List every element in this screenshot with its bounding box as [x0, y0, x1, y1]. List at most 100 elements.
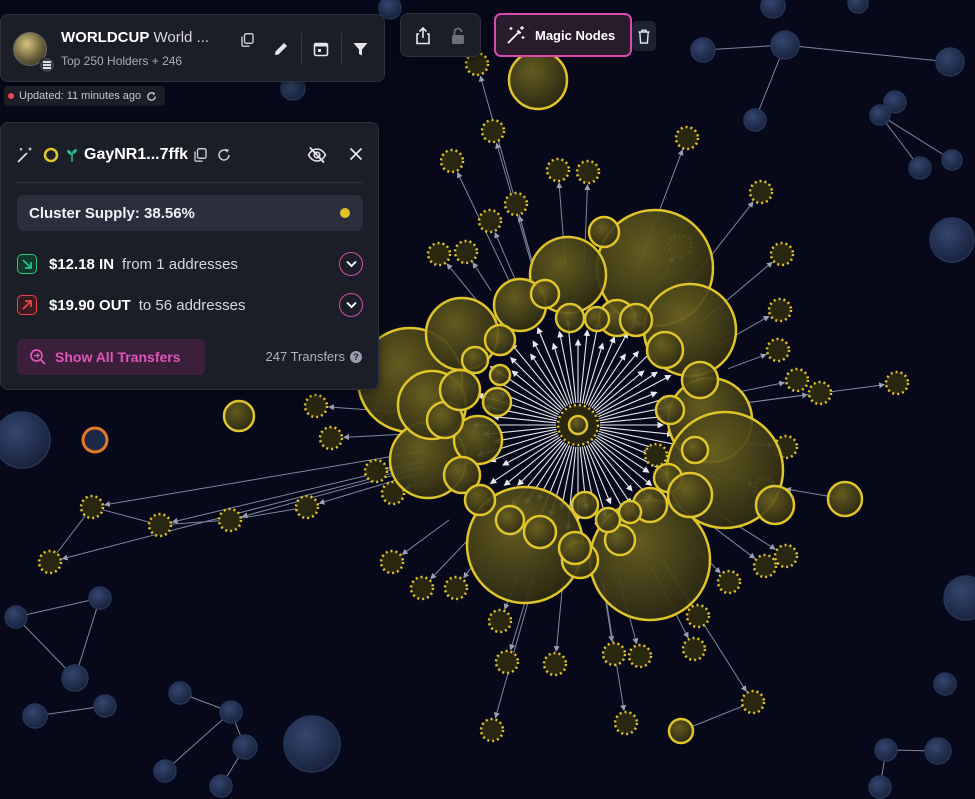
refresh-icon[interactable] [146, 91, 157, 102]
wallet-node-other[interactable] [743, 108, 767, 132]
wallet-node-cluster[interactable] [460, 345, 490, 375]
wallet-node-cluster[interactable] [716, 569, 742, 595]
wallet-node-cluster[interactable] [483, 323, 517, 357]
wallet-node-cluster[interactable] [680, 360, 720, 400]
wallet-node-cluster[interactable] [740, 689, 766, 715]
wallet-node-cluster[interactable] [680, 435, 710, 465]
wallet-node-other[interactable] [22, 703, 48, 729]
wallet-node-other[interactable] [283, 715, 341, 773]
wallet-node-cluster[interactable] [507, 49, 569, 111]
wallet-node-cluster[interactable] [529, 278, 561, 310]
wallet-node-other[interactable] [770, 30, 800, 60]
wallet-node-cluster[interactable] [773, 543, 799, 569]
wallet-node-cluster[interactable] [567, 414, 589, 436]
wallet-node-cluster[interactable] [884, 370, 910, 396]
wallet-node-cluster[interactable] [618, 302, 654, 338]
wallet-node-cluster[interactable] [583, 305, 611, 333]
wallet-node-cluster[interactable] [522, 514, 558, 550]
wallet-node-other[interactable] [941, 149, 963, 171]
wallet-node-other[interactable] [760, 0, 786, 19]
wallet-node-cluster[interactable] [754, 484, 796, 526]
wallet-node-cluster[interactable] [488, 363, 512, 387]
close-icon[interactable] [349, 147, 363, 161]
wallet-node-cluster[interactable] [217, 507, 243, 533]
wallet-node-cluster[interactable] [554, 302, 586, 334]
chevron-down-icon[interactable] [339, 252, 363, 276]
wallet-node-other[interactable] [93, 694, 117, 718]
bubble-map-graph[interactable] [0, 0, 975, 799]
wallet-node-cluster[interactable] [479, 717, 505, 743]
wallet-node-cluster[interactable] [627, 643, 653, 669]
wallet-node-cluster[interactable] [477, 208, 503, 234]
wallet-node-cluster[interactable] [748, 179, 774, 205]
wallet-node-cluster[interactable] [557, 530, 593, 566]
show-all-transfers-button[interactable]: Show All Transfers [17, 339, 205, 375]
wallet-node-other[interactable] [924, 737, 952, 765]
wallet-node-cluster[interactable] [769, 241, 795, 267]
copy-icon[interactable] [238, 31, 256, 49]
wallet-node-cluster[interactable] [363, 458, 389, 484]
wallet-node-other[interactable] [933, 672, 957, 696]
wallet-node-cluster[interactable] [409, 575, 435, 601]
wallet-node-cluster[interactable] [617, 499, 643, 525]
wallet-node-cluster[interactable] [674, 125, 700, 151]
wallet-node-cluster[interactable] [654, 394, 686, 426]
wallet-node-cluster[interactable] [426, 241, 452, 267]
wallet-node-cluster[interactable] [438, 368, 482, 412]
wallet-node-cluster[interactable] [463, 483, 497, 517]
wallet-node-other[interactable] [943, 575, 975, 621]
wallet-node-cluster[interactable] [487, 608, 513, 634]
wallet-node-cluster[interactable] [601, 641, 627, 667]
calendar-icon[interactable] [311, 39, 331, 59]
wallet-node-cluster[interactable] [570, 490, 600, 520]
external-refresh-icon[interactable] [217, 148, 231, 162]
wallet-node-other[interactable] [61, 664, 89, 692]
wallet-node-cluster[interactable] [439, 148, 465, 174]
wallet-node-cluster[interactable] [542, 651, 568, 677]
wallet-node-other[interactable] [168, 681, 192, 705]
wallet-node-cluster[interactable] [481, 386, 513, 418]
wallet-node-cluster[interactable] [494, 504, 526, 536]
wallet-node-other[interactable] [232, 734, 258, 760]
wallet-node-cluster[interactable] [318, 425, 344, 451]
wallet-node-cluster[interactable] [752, 553, 778, 579]
wallet-node-highlight[interactable] [81, 426, 109, 454]
wallet-node-other[interactable] [874, 738, 898, 762]
pencil-icon[interactable] [271, 39, 291, 59]
wallet-node-cluster[interactable] [643, 442, 669, 468]
wallet-node-other[interactable] [690, 37, 716, 63]
wallet-node-cluster[interactable] [784, 367, 810, 393]
wallet-node-cluster[interactable] [453, 239, 479, 265]
wallet-node-cluster[interactable] [685, 603, 711, 629]
wallet-node-cluster[interactable] [147, 512, 173, 538]
wallet-node-cluster[interactable] [294, 494, 320, 520]
wallet-node-cluster[interactable] [767, 297, 793, 323]
chevron-down-icon[interactable] [339, 293, 363, 317]
share-icon[interactable] [413, 26, 433, 46]
outflow-row[interactable]: $19.90 OUT to 56 addresses [17, 293, 363, 317]
wallet-node-cluster[interactable] [807, 380, 833, 406]
inflow-row[interactable]: $12.18 IN from 1 addresses [17, 252, 363, 276]
wallet-node-other[interactable] [847, 0, 869, 14]
menu-icon[interactable] [39, 57, 55, 73]
wallet-node-other[interactable] [929, 217, 975, 263]
wallet-node-cluster[interactable] [594, 506, 622, 534]
wallet-node-other[interactable] [88, 586, 112, 610]
wallet-node-cluster[interactable] [303, 393, 329, 419]
help-icon[interactable]: ? [350, 350, 362, 363]
wallet-node-cluster[interactable] [613, 710, 639, 736]
wallet-node-cluster[interactable] [494, 649, 520, 675]
wallet-node-other[interactable] [209, 774, 233, 798]
wallet-node-cluster[interactable] [826, 480, 864, 518]
wallet-node-cluster[interactable] [575, 159, 601, 185]
wallet-node-cluster[interactable] [645, 330, 685, 370]
trash-icon[interactable] [632, 21, 656, 51]
lock-icon[interactable] [448, 26, 468, 46]
wallet-node-other[interactable] [935, 47, 965, 77]
wallet-node-other[interactable] [4, 605, 28, 629]
magic-wand-icon[interactable] [16, 146, 34, 164]
wallet-node-cluster[interactable] [222, 399, 256, 433]
wallet-node-other[interactable] [869, 104, 891, 126]
wallet-node-cluster[interactable] [765, 337, 791, 363]
wallet-node-other[interactable] [153, 759, 177, 783]
